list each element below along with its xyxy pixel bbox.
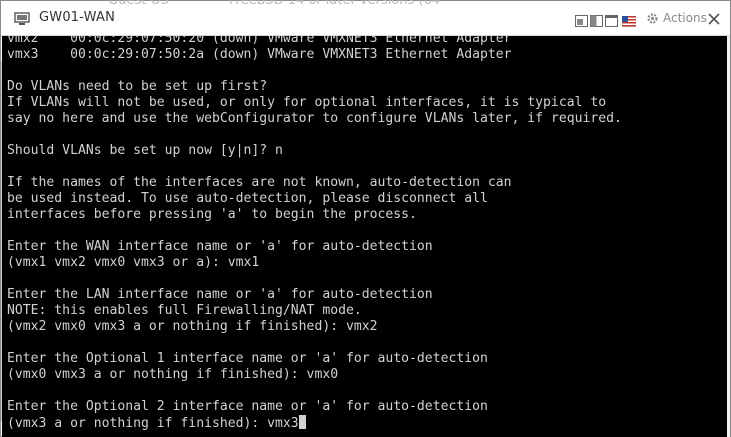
us-flag-icon[interactable] bbox=[621, 12, 637, 28]
gear-icon bbox=[647, 12, 658, 24]
actions-label: Actions bbox=[663, 11, 707, 25]
console-line: Enter the Optional 2 interface name or '… bbox=[7, 399, 488, 414]
text-cursor bbox=[298, 415, 306, 429]
console-line: Do VLANs need to be set up first? bbox=[7, 79, 268, 94]
background-os-version-text: FreeBSD 14 or later versions (64 bbox=[229, 0, 441, 8]
console-line: vmx2 00:0c:29:07:50:20 (down) VMware VMX… bbox=[7, 36, 512, 46]
window-split-icon[interactable] bbox=[590, 12, 603, 27]
console-output: vmx2 00:0c:29:07:50:20 (down) VMware VMX… bbox=[7, 36, 622, 432]
console-line: (vmx2 vmx0 vmx3 a or nothing if finished… bbox=[7, 319, 378, 334]
console-line: Enter the Optional 1 interface name or '… bbox=[7, 351, 488, 366]
window-fit-icon[interactable] bbox=[575, 12, 588, 27]
console-scrollbar[interactable] bbox=[727, 36, 730, 437]
console-line: interfaces before pressing 'a' to begin … bbox=[7, 207, 417, 222]
console-line: Enter the LAN interface name or 'a' for … bbox=[7, 287, 433, 302]
console-line: vmx3 00:0c:29:07:50:2a (down) VMware VMX… bbox=[7, 47, 512, 62]
window-titlebar: Guest OS FreeBSD 14 or later versions (6… bbox=[1, 0, 730, 36]
console-line: If VLANs will not be used, or only for o… bbox=[7, 95, 607, 110]
console-line: be used instead. To use auto-detection, … bbox=[7, 191, 488, 206]
vm-console-icon bbox=[14, 11, 30, 25]
background-guest-os-text: Guest OS bbox=[108, 0, 169, 8]
window-title: GW01-WAN bbox=[39, 10, 115, 25]
console-prompt-line: (vmx3 a or nothing if finished): vmx3 bbox=[7, 416, 299, 431]
console-line: (vmx1 vmx2 vmx0 vmx3 or a): vmx1 bbox=[7, 255, 260, 270]
console-screen[interactable]: vmx2 00:0c:29:07:50:20 (down) VMware VMX… bbox=[2, 36, 727, 437]
console-line: say no here and use the webConfigurator … bbox=[7, 111, 622, 126]
console-line: (vmx0 vmx3 a or nothing if finished): vm… bbox=[7, 367, 339, 382]
close-icon[interactable] bbox=[707, 11, 721, 25]
console-line: NOTE: this enables full Firewalling/NAT … bbox=[7, 303, 362, 318]
window-maximize-icon[interactable] bbox=[605, 12, 618, 27]
actions-button[interactable]: Actions bbox=[646, 9, 707, 27]
vm-console-window: Guest OS FreeBSD 14 or later versions (6… bbox=[0, 0, 731, 437]
console-line: If the names of the interfaces are not k… bbox=[7, 175, 512, 190]
console-line: Should VLANs be set up now [y|n]? n bbox=[7, 143, 283, 158]
console-line: Enter the WAN interface name or 'a' for … bbox=[7, 239, 433, 254]
